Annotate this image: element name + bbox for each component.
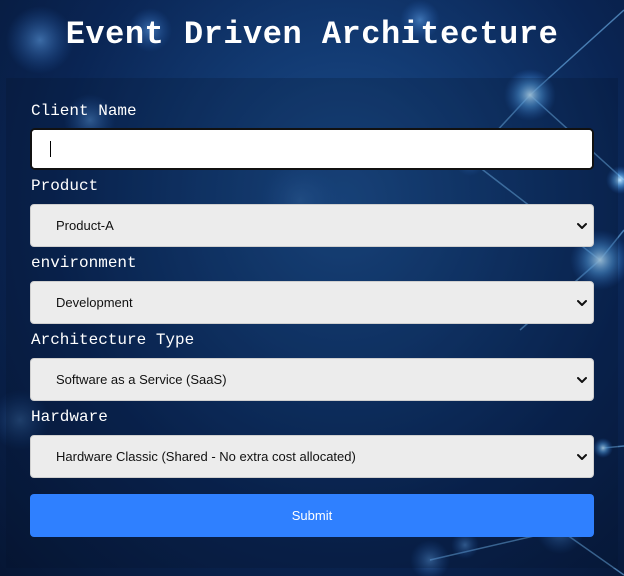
product-select-value: Product-A — [56, 218, 114, 233]
client-name-input[interactable] — [30, 128, 594, 170]
environment-select[interactable]: Development — [30, 281, 594, 324]
architecture-type-select[interactable]: Software as a Service (SaaS) — [30, 358, 594, 401]
hardware-select-value: Hardware Classic (Shared - No extra cost… — [56, 449, 356, 464]
environment-label: environment — [31, 254, 137, 272]
product-label: Product — [31, 177, 99, 195]
architecture-type-label: Architecture Type — [31, 331, 195, 349]
hardware-label: Hardware — [31, 408, 108, 426]
client-name-label: Client Name — [31, 102, 137, 120]
chevron-down-icon — [577, 377, 587, 383]
chevron-down-icon — [577, 454, 587, 460]
chevron-down-icon — [577, 223, 587, 229]
chevron-down-icon — [577, 300, 587, 306]
text-cursor — [50, 141, 51, 157]
page-title: Event Driven Architecture — [65, 16, 559, 53]
submit-button[interactable]: Submit — [30, 494, 594, 537]
product-select[interactable]: Product-A — [30, 204, 594, 247]
hardware-select[interactable]: Hardware Classic (Shared - No extra cost… — [30, 435, 594, 478]
environment-select-value: Development — [56, 295, 133, 310]
architecture-type-select-value: Software as a Service (SaaS) — [56, 372, 227, 387]
